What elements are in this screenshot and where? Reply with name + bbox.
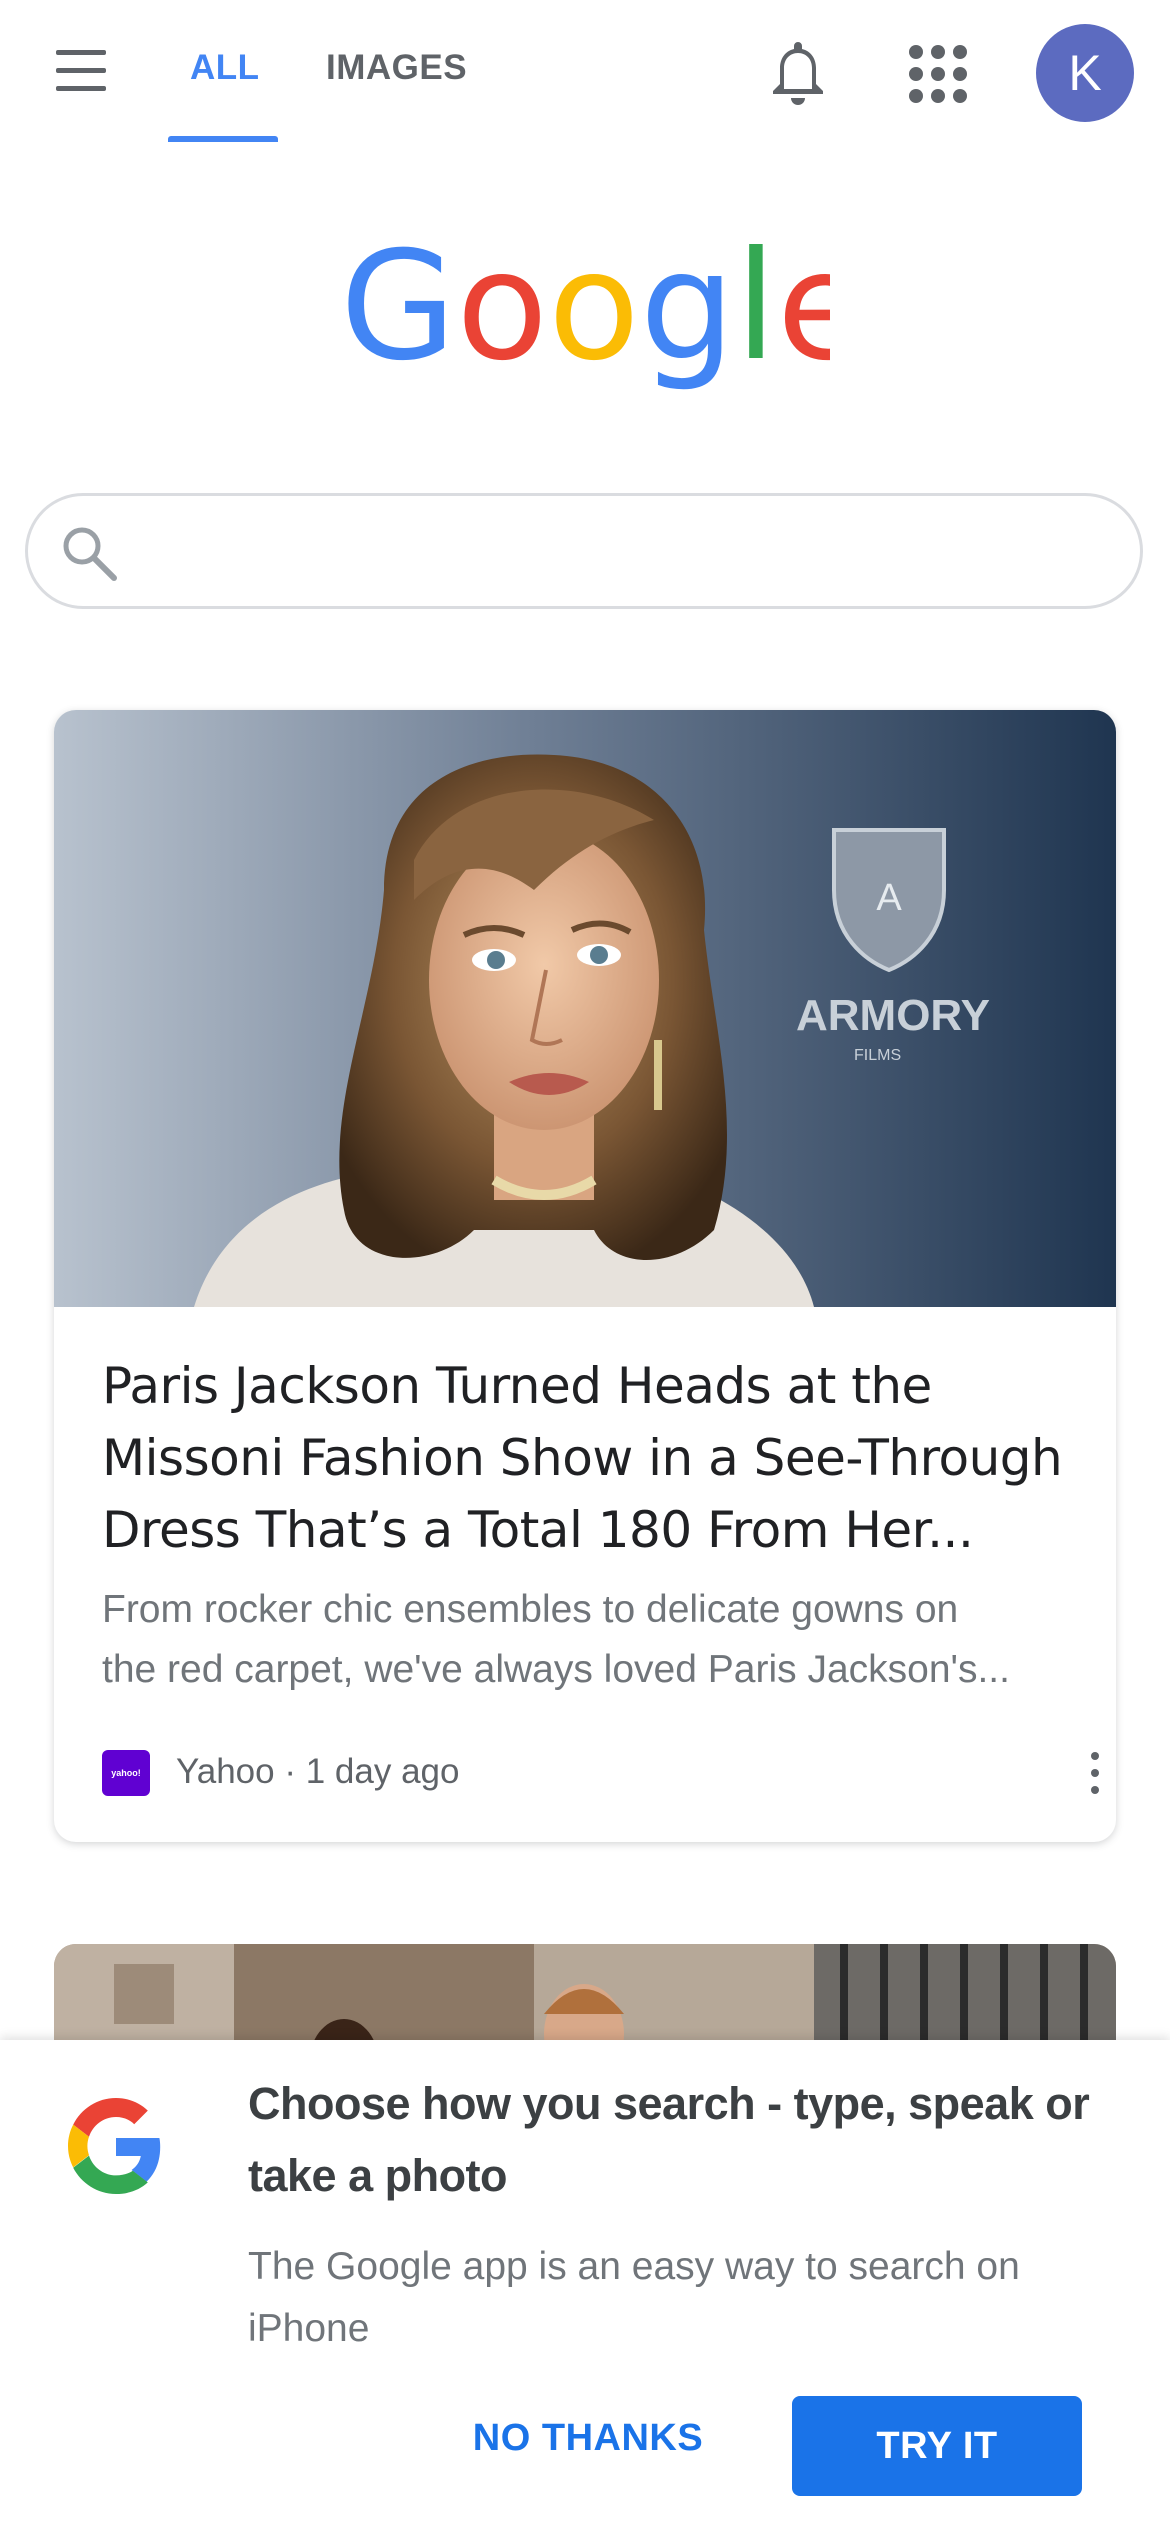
apps-grid-icon[interactable] xyxy=(906,42,970,106)
app-promo-sheet: Choose how you search - type, speak or t… xyxy=(0,2040,1170,2532)
promo-title: Choose how you search - type, speak or t… xyxy=(248,2078,1090,2201)
news-source: Yahoo xyxy=(176,1752,275,1791)
svg-text:Google: Google xyxy=(340,238,830,394)
yahoo-logo-icon: yahoo! xyxy=(102,1750,150,1796)
svg-text:FILMS: FILMS xyxy=(854,1047,901,1064)
logo-letter-g2: g xyxy=(640,238,735,394)
google-logo: Google xyxy=(340,238,830,394)
logo-letter-o1: o xyxy=(456,238,548,394)
svg-text:ARMORY: ARMORY xyxy=(796,991,990,1040)
promo-description: The Google app is an easy way to search … xyxy=(248,2245,1020,2350)
tab-all[interactable]: ALL xyxy=(190,48,260,88)
active-tab-indicator xyxy=(168,136,278,142)
search-box[interactable] xyxy=(25,493,1143,609)
bell-icon[interactable] xyxy=(764,36,832,108)
no-thanks-button[interactable]: NO THANKS xyxy=(438,2402,738,2474)
news-image[interactable]: A ARMORY FILMS xyxy=(54,710,1116,1307)
news-source-meta: Yahoo · 1 day ago xyxy=(176,1752,460,1791)
top-bar: ALL IMAGES K xyxy=(0,0,1170,145)
news-snippet: From rocker chic ensembles to delicate g… xyxy=(102,1580,1082,1700)
logo-letter-e: e xyxy=(777,238,830,394)
avatar[interactable]: K xyxy=(1036,24,1134,122)
news-snippet-line-2: the red carpet, we've always loved Paris… xyxy=(102,1648,1010,1691)
google-g-icon xyxy=(68,2098,161,2194)
news-source-row: yahoo! Yahoo · 1 day ago xyxy=(102,1748,1099,1798)
try-it-button[interactable]: TRY IT xyxy=(792,2396,1082,2496)
logo-letter-l: l xyxy=(735,238,777,394)
tab-images[interactable]: IMAGES xyxy=(326,48,467,88)
menu-icon[interactable] xyxy=(50,46,110,96)
search-input[interactable] xyxy=(138,520,1102,586)
news-card[interactable]: A ARMORY FILMS Paris Jackson Turned Head… xyxy=(54,710,1116,1842)
search-icon xyxy=(63,527,117,581)
news-age: 1 day ago xyxy=(305,1752,460,1791)
logo-letter-o2: o xyxy=(548,238,640,394)
svg-text:A: A xyxy=(876,877,902,919)
news-title[interactable]: Paris Jackson Turned Heads at the Misson… xyxy=(102,1350,1082,1566)
logo-letter-g: G xyxy=(340,238,456,394)
more-options-icon[interactable] xyxy=(1086,1752,1102,1796)
news-snippet-line-1: From rocker chic ensembles to delicate g… xyxy=(102,1588,959,1631)
